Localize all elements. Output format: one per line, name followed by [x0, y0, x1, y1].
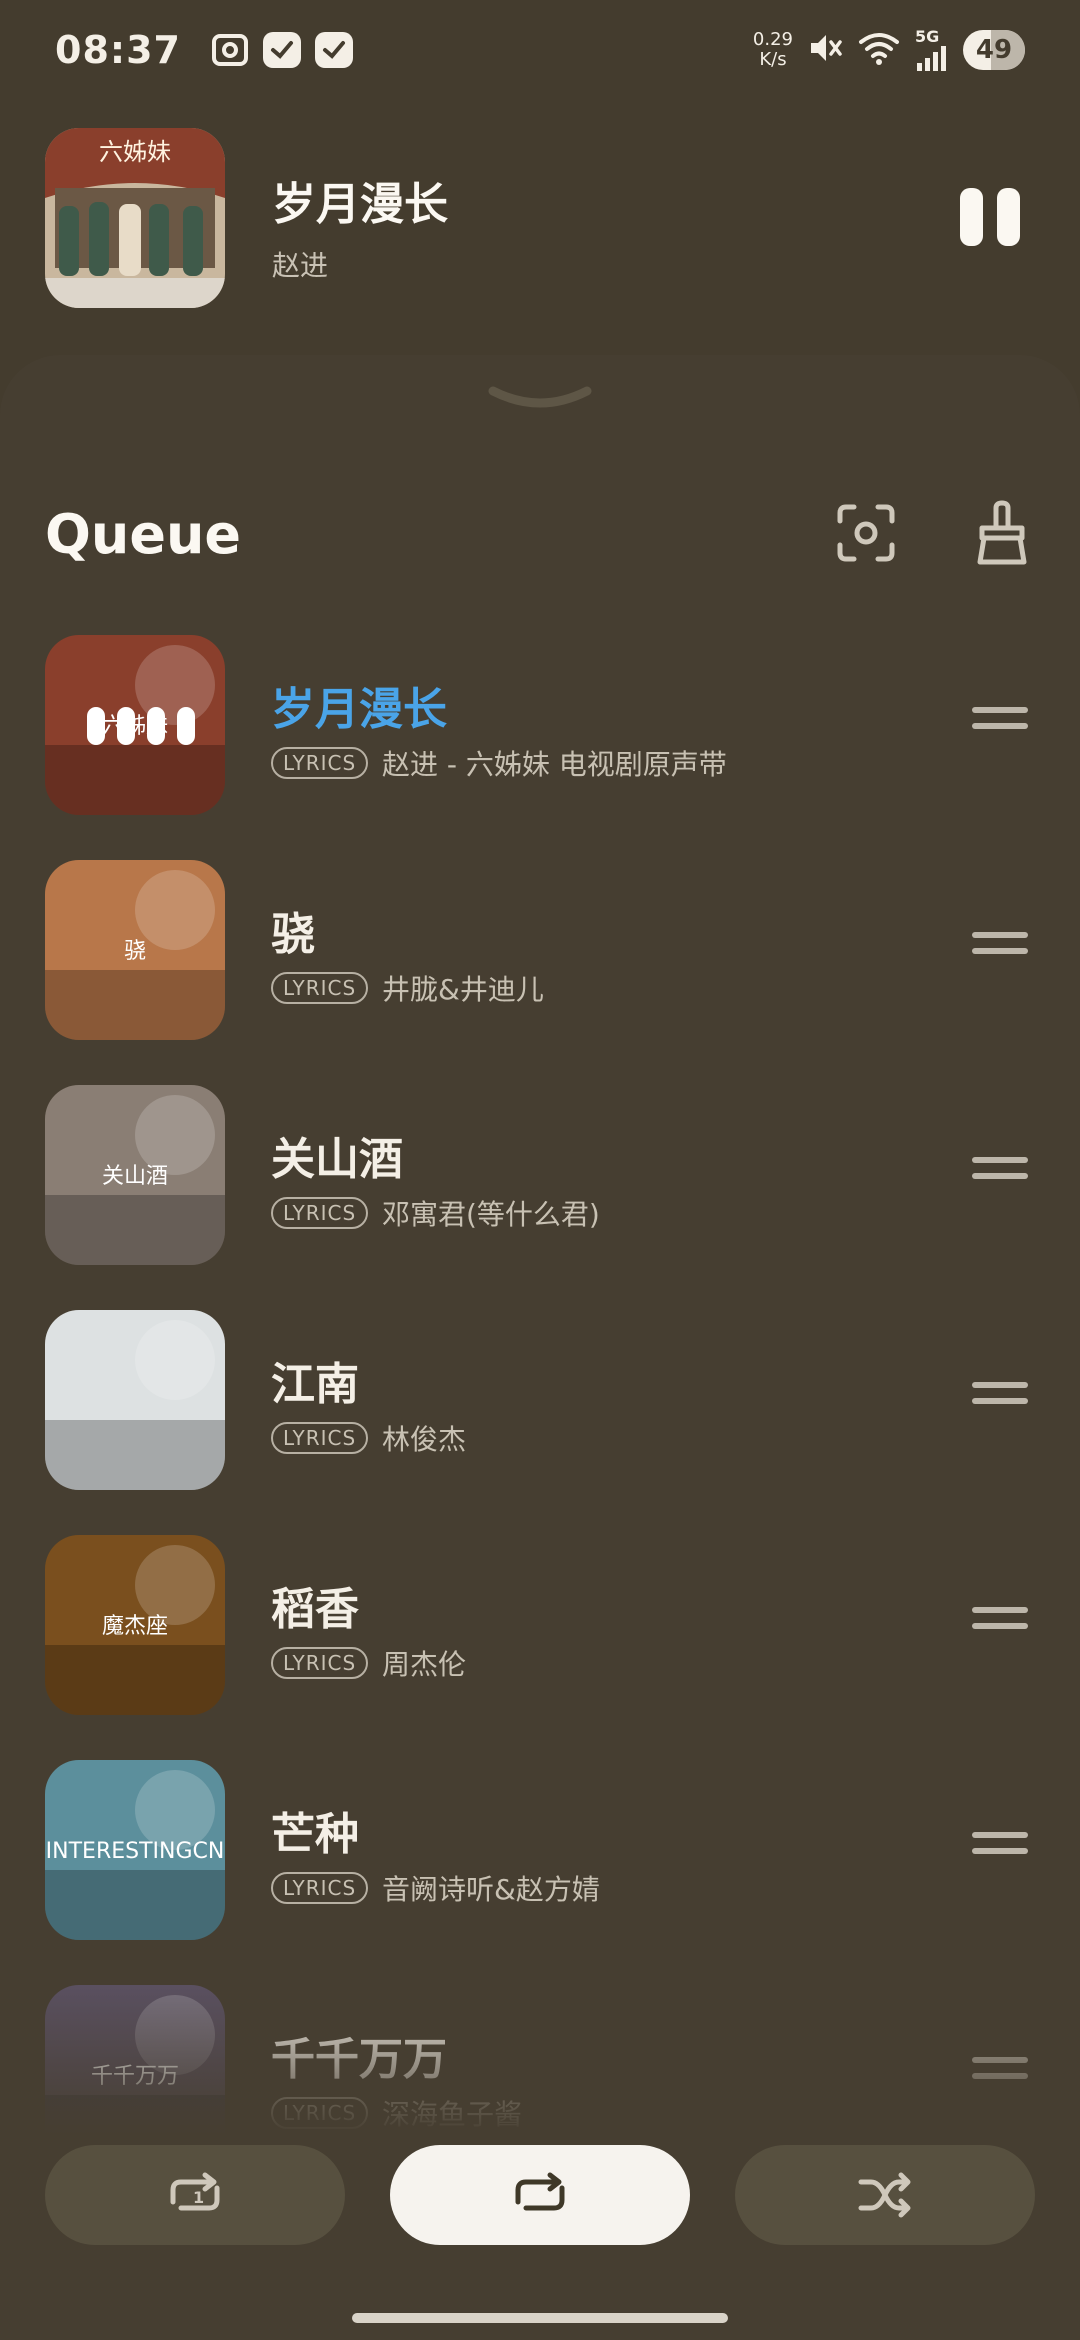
lyrics-badge: LYRICS	[271, 747, 369, 779]
cell-signal-icon: 5G	[915, 29, 949, 71]
album-art: 六姊妹	[45, 635, 225, 815]
queue-item-artist: 周杰伦	[382, 1648, 467, 1681]
queue-item-title: 江南	[271, 1359, 359, 1410]
screenshot-icon	[211, 32, 249, 68]
playback-mode-controls: 1	[0, 2145, 1080, 2245]
battery-indicator: 49	[963, 30, 1025, 70]
queue-item-title: 岁月漫长	[271, 684, 447, 735]
now-playing-album-art[interactable]: 六姊妹	[45, 128, 225, 308]
clear-queue-icon	[977, 500, 1027, 565]
mute-icon	[807, 30, 843, 70]
drag-handle-icon[interactable]	[972, 1382, 1028, 1416]
queue-item-title: 骁	[271, 909, 315, 960]
album-art-text: 六姊妹	[99, 138, 171, 166]
queue-item-artist: 林俊杰	[382, 1423, 467, 1456]
wifi-icon	[857, 30, 901, 70]
album-art-text: 关山酒	[102, 1164, 168, 1189]
chevron-down-icon	[488, 386, 592, 408]
lyrics-badge: LYRICS	[271, 1647, 369, 1679]
locate-current-button[interactable]	[836, 503, 896, 563]
queue-item[interactable]: 六姊妹 岁月漫长 LYRICS 赵进 - 六姊妹 电视剧原声带	[0, 635, 1080, 815]
queue-item[interactable]: 江南 LYRICS 林俊杰	[0, 1310, 1080, 1490]
lyrics-badge: LYRICS	[271, 1872, 369, 1904]
shuffle-button[interactable]	[735, 2145, 1035, 2245]
check-app-icon	[262, 32, 301, 68]
lyrics-badge: LYRICS	[271, 1197, 369, 1229]
status-bar: 08:37 0.29 K/s 5G 49	[0, 0, 1080, 100]
repeat-all-button[interactable]	[390, 2145, 690, 2245]
network-speed: 0.29 K/s	[752, 29, 793, 70]
queue-item[interactable]: 魔杰座 稻香 LYRICS 周杰伦	[0, 1535, 1080, 1715]
now-playing-bar[interactable]: 六姊妹 岁月漫长 赵进	[0, 128, 1080, 308]
repeat-one-button[interactable]: 1	[45, 2145, 345, 2245]
pause-icon	[960, 188, 983, 246]
queue-title: Queue	[45, 503, 242, 566]
queue-item[interactable]: 关山酒 关山酒 LYRICS 邓寓君(等什么君)	[0, 1085, 1080, 1265]
pause-button[interactable]	[960, 188, 1020, 246]
drag-handle-icon[interactable]	[972, 1832, 1028, 1866]
drag-handle-icon[interactable]	[972, 932, 1028, 966]
list-fade	[0, 1985, 1080, 2135]
album-art: 骁	[45, 860, 225, 1040]
shuffle-icon	[858, 2172, 911, 2218]
queue-item-title: 稻香	[271, 1584, 359, 1635]
album-art	[45, 1310, 225, 1490]
drag-handle-icon[interactable]	[972, 1157, 1028, 1191]
queue-item-artist: 邓寓君(等什么君)	[382, 1198, 600, 1231]
status-time: 08:37	[55, 28, 181, 72]
locate-current-icon	[837, 504, 895, 562]
check-app-icon	[314, 32, 353, 68]
queue-item[interactable]: INTERESTINGCN 芒种 LYRICS 音阙诗听&赵方婧	[0, 1760, 1080, 1940]
queue-item[interactable]: 骁骁 LYRICS 井胧&井迪儿	[0, 860, 1080, 1040]
now-playing-indicator-icon	[87, 707, 195, 745]
home-indicator[interactable]	[352, 2313, 728, 2323]
now-playing-title: 岁月漫长	[272, 179, 448, 230]
queue-item-title: 芒种	[271, 1809, 359, 1860]
repeat-one-icon: 1	[170, 2172, 220, 2211]
queue-item-artist: 音阙诗听&赵方婧	[382, 1873, 600, 1906]
album-art-text: 魔杰座	[102, 1614, 168, 1639]
album-art: 魔杰座	[45, 1535, 225, 1715]
repeat-all-icon	[515, 2172, 565, 2211]
lyrics-badge: LYRICS	[271, 972, 369, 1004]
lyrics-badge: LYRICS	[271, 1422, 369, 1454]
queue-list[interactable]: 六姊妹 岁月漫长 LYRICS 赵进 - 六姊妹 电视剧原声带骁骁 LYRICS 井胧&井…	[0, 635, 1080, 2135]
queue-sheet: Queue 六姊妹 岁月漫长 LYRICS 赵进 - 六姊妹 电视剧原声带骁骁 LYRI…	[0, 355, 1080, 2340]
now-playing-artist: 赵进	[272, 249, 329, 282]
drag-handle-icon[interactable]	[972, 1607, 1028, 1641]
album-art: INTERESTINGCN	[45, 1760, 225, 1940]
album-art: 关山酒	[45, 1085, 225, 1265]
queue-item-artist: 赵进 - 六姊妹 电视剧原声带	[382, 748, 727, 781]
svg-text:1: 1	[193, 2188, 204, 2207]
album-art-text: 骁	[124, 939, 146, 964]
queue-item-artist: 井胧&井迪儿	[382, 973, 544, 1006]
clear-queue-button[interactable]	[972, 500, 1032, 566]
collapse-handle[interactable]	[487, 385, 593, 419]
queue-item-title: 关山酒	[271, 1134, 403, 1185]
album-art-text: INTERESTINGCN	[46, 1839, 225, 1864]
drag-handle-icon[interactable]	[972, 707, 1028, 741]
